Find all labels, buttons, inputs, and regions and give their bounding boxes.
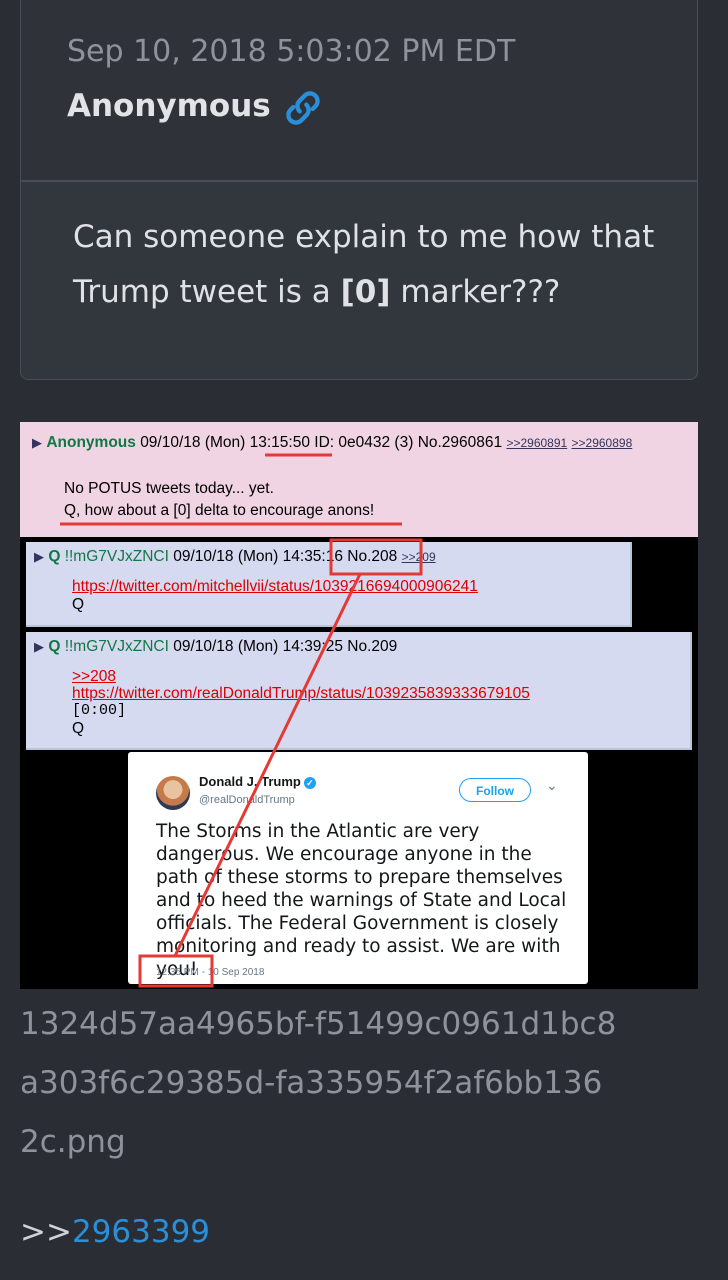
reply-209-header: ▶ Q !!mG7VJxZNCI 09/10/18 (Mon) 14:39:25…: [34, 638, 397, 656]
expand-triangle-icon: ▶: [34, 639, 44, 654]
reply-208-time: 14:35:16: [282, 548, 343, 565]
reply-post-208: ▶ Q !!mG7VJxZNCI 09/10/18 (Mon) 14:35:16…: [26, 542, 632, 627]
reference-prefix: >>: [20, 1214, 72, 1250]
reply-208-date: 09/10/18 (Mon): [173, 548, 279, 565]
tweet-text: The Storms in the Atlantic are very dang…: [156, 821, 567, 980]
reply-208-backlink[interactable]: >>209: [402, 550, 436, 564]
reply-209-name: Q: [48, 638, 61, 655]
chevron-down-icon[interactable]: ⌄: [546, 778, 558, 794]
screenshot-image: ▶ Anonymous 09/10/18 (Mon) 13:15:50 ID: …: [20, 422, 698, 989]
expand-triangle-icon: ▶: [34, 549, 44, 564]
reply-209-url[interactable]: https://twitter.com/realDonaldTrump/stat…: [72, 685, 530, 703]
op-header: ▶ Anonymous 09/10/18 (Mon) 13:15:50 ID: …: [32, 434, 632, 452]
op-number: No.2960861: [417, 434, 503, 451]
op-backlink-1[interactable]: >>2960891: [506, 436, 567, 450]
post-card: Sep 10, 2018 5:03:02 PM EDT Anonymous Ca…: [20, 0, 698, 380]
op-line-2: Q, how about a [0] delta to encourage an…: [64, 502, 375, 519]
tweet-author-name: Donald J. Trump ✓: [199, 774, 316, 789]
reply-208-number: No.208: [347, 548, 398, 565]
op-time: 13:15:50: [249, 434, 310, 451]
avatar: [156, 776, 190, 810]
post-reference: >>2963399: [20, 1214, 210, 1250]
reply-208-trip: !!mG7VJxZNCI: [64, 548, 169, 565]
reference-link[interactable]: 2963399: [72, 1214, 210, 1250]
reply-209-sig: Q: [72, 720, 85, 737]
op-date: 09/10/18 (Mon): [140, 434, 246, 451]
tweet-embed: Donald J. Trump ✓ @realDonaldTrump Follow…: [128, 752, 588, 984]
post-body-bold: [0]: [340, 274, 391, 310]
post-body: Can someone explain to me how that Trump…: [73, 210, 673, 320]
tweet-time: 12:35 PM - 10 Sep 2018: [156, 967, 265, 978]
reply-209-date: 09/10/18 (Mon): [173, 638, 279, 655]
reply-209-quote[interactable]: >>208: [72, 668, 116, 686]
follow-button[interactable]: Follow: [459, 778, 531, 802]
reply-209-trip: !!mG7VJxZNCI: [64, 638, 169, 655]
expand-triangle-icon: ▶: [32, 435, 42, 450]
verified-badge-icon: ✓: [303, 776, 316, 789]
post-timestamp: Sep 10, 2018 5:03:02 PM EDT: [67, 34, 516, 69]
post-header: Sep 10, 2018 5:03:02 PM EDT Anonymous: [21, 0, 697, 182]
attachment-filename[interactable]: 1324d57aa4965bf-f51499c0961d1bc8a303f6c2…: [20, 995, 620, 1172]
op-id: ID: 0e0432 (3): [314, 434, 414, 451]
reply-208-url[interactable]: https://twitter.com/mitchellvii/status/1…: [72, 578, 478, 596]
op-post: ▶ Anonymous 09/10/18 (Mon) 13:15:50 ID: …: [20, 422, 698, 537]
reply-post-209: ▶ Q !!mG7VJxZNCI 09/10/18 (Mon) 14:39:25…: [26, 632, 692, 750]
tweet-handle: @realDonaldTrump: [199, 794, 295, 806]
reply-209-time: 14:39:25: [282, 638, 343, 655]
reply-208-name: Q: [48, 548, 61, 565]
reply-209-number: No.209: [347, 638, 398, 655]
link-icon[interactable]: [283, 88, 323, 128]
reply-208-sig: Q: [72, 596, 85, 613]
op-backlink-2[interactable]: >>2960898: [572, 436, 633, 450]
op-name: Anonymous: [46, 434, 136, 451]
post-author: Anonymous: [67, 88, 271, 124]
reply-208-header: ▶ Q !!mG7VJxZNCI 09/10/18 (Mon) 14:35:16…: [34, 548, 436, 566]
tweet-author-text: Donald J. Trump: [199, 774, 301, 789]
post-body-end: marker???: [390, 274, 561, 310]
op-line-1: No POTUS tweets today... yet.: [64, 480, 274, 497]
reply-209-marker: [0:00]: [72, 702, 127, 719]
